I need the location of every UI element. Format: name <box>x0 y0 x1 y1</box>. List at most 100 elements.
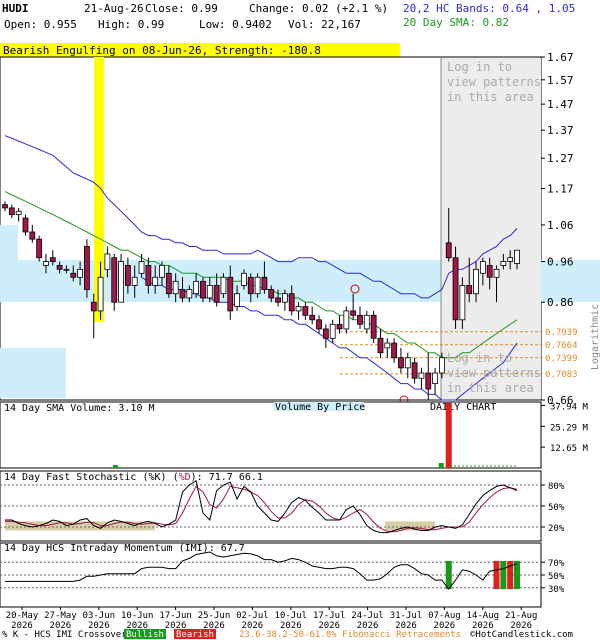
candle-bullish <box>206 285 213 299</box>
candle-bullish <box>343 310 350 330</box>
candle-bullish <box>15 210 22 216</box>
candle-bullish <box>384 342 391 349</box>
bearish-label: Bearish <box>176 630 214 640</box>
stochastic-tick-label: 50% <box>548 503 565 513</box>
candle-bearish <box>425 372 432 390</box>
volume-tick-label: 25.29 M <box>550 423 589 433</box>
candle-bearish <box>145 265 152 286</box>
copyright: ©HotCandlestick.com <box>470 630 573 640</box>
candle-bearish <box>350 310 357 316</box>
high-label: High: 0.99 <box>98 18 164 31</box>
x-tick-label-date: 17-Jul <box>313 611 346 621</box>
candle-bearish <box>466 285 473 295</box>
candle-bearish <box>36 238 43 259</box>
stochastic-tick-label: 20% <box>548 524 565 534</box>
volume-panel: 14 Day SMA Volume: 3.10 M Volume By Price… <box>0 401 589 469</box>
candle-bullish <box>63 268 70 271</box>
y-axis-scale-label: Logarithmic <box>590 304 600 370</box>
low-label: Low: 0.9402 <box>199 18 272 31</box>
x-tick-label-date: 31-Jul <box>390 611 423 621</box>
candle-bullish <box>439 357 445 374</box>
candle-bullish <box>281 293 288 303</box>
x-tick-label-date: 20-May <box>6 611 39 621</box>
stochastic-title-sep: ) ( <box>161 472 179 483</box>
candle-bearish <box>486 265 493 278</box>
volume-tick-label: 12.65 M <box>550 444 589 454</box>
stochastic-title-prefix: 14 Day Fast Stochastic ( <box>4 472 149 483</box>
candle-bearish <box>268 289 275 299</box>
header: HUDI 21-Aug-26 Close: 0.99 Change: 0.02 … <box>2 2 575 31</box>
momentum-panel: 14 Day HCS Intraday Momentum (IMI): 67.7… <box>0 542 565 608</box>
momentum-tick-label: 50% <box>548 572 565 582</box>
fib-label: 0.7399 <box>545 354 578 364</box>
candle-bearish <box>165 272 172 295</box>
x-tick-label-date: 02-Jul <box>236 611 269 621</box>
candle-bearish <box>90 301 97 312</box>
candle-bearish <box>227 276 234 312</box>
login-prompt-upper: Log in to <box>447 60 512 74</box>
stock-chart: HUDI 21-Aug-26 Close: 0.99 Change: 0.02 … <box>0 2 600 640</box>
candle-bearish <box>288 293 295 312</box>
candle-bullish <box>295 306 302 312</box>
candle-bearish <box>179 289 186 299</box>
login-prompt-lower: in this area <box>447 381 534 395</box>
candle-bullish <box>459 285 466 321</box>
volume-bar <box>113 465 118 468</box>
candle-bullish <box>234 293 241 307</box>
open-label: Open: 0.955 <box>4 18 77 31</box>
candle-bullish <box>172 280 179 295</box>
stochastic-tick-label: 80% <box>548 482 565 492</box>
candle-bullish <box>479 261 486 274</box>
bullish-crossover-bar <box>500 560 507 590</box>
y-tick-label: 1.47 <box>547 98 574 111</box>
d-legend: %D <box>179 472 191 483</box>
volume-by-price-label: Volume By Price <box>275 402 365 413</box>
candle-bullish <box>241 272 247 286</box>
candle-bullish <box>404 357 411 369</box>
ticker-symbol: HUDI <box>2 2 29 15</box>
candle-bearish <box>22 217 29 233</box>
candle-bullish <box>152 276 159 286</box>
x-tick-label-date: 10-Jul <box>275 611 308 621</box>
candle-bullish <box>493 268 500 278</box>
candle-bearish <box>56 265 63 270</box>
bullish-crossover-bar <box>445 560 452 590</box>
date-axis: 20-May202627-May202603-Jun202610-Jun2026… <box>6 607 538 631</box>
candle-bullish <box>159 265 165 278</box>
candle-bullish <box>507 257 514 262</box>
bullish-crossover-bar <box>514 560 520 590</box>
candle-bearish <box>213 285 220 303</box>
stochastic-title-values: ): 71.7 66.1 <box>191 472 263 483</box>
footer: % K - HCS IMI Crossover: Bullish Bearish… <box>2 629 573 640</box>
candle-bullish <box>363 314 370 330</box>
candle-bearish <box>124 265 131 286</box>
x-tick-label-date: 14-Aug <box>467 611 500 621</box>
candle-bullish <box>97 276 104 312</box>
candle-bullish <box>77 268 83 278</box>
x-tick-label-date: 27-May <box>44 611 77 621</box>
volume-by-price-bar <box>0 348 66 398</box>
candle-bullish <box>418 372 425 379</box>
candle-bearish <box>8 207 15 216</box>
y-tick-label: 1.57 <box>547 74 574 87</box>
login-prompt-lower: view patterns <box>447 366 541 380</box>
candle-bearish <box>322 328 329 339</box>
candle-bullish <box>43 261 49 266</box>
fib-label: 0.7664 <box>545 341 578 351</box>
candle-bullish <box>118 261 124 303</box>
x-tick-label-date: 21-Aug <box>505 611 538 621</box>
candle-bearish <box>111 257 118 303</box>
daily-chart-label: DAILY CHART <box>430 402 496 413</box>
hc-bands-label: 20,2 HC Bands: 0.64 , 1.05 <box>403 2 575 15</box>
k-legend: %K <box>149 472 161 483</box>
y-tick-label: 1.37 <box>547 124 574 137</box>
stochastic-panel: 14 Day Fast Stochastic (%K) (%D): 71.7 6… <box>0 470 565 542</box>
candle-bearish <box>200 280 206 299</box>
x-tick-label-date: 10-Jun <box>121 611 154 621</box>
candle-bearish <box>452 257 459 321</box>
candle-bearish <box>445 242 452 259</box>
candle-bearish <box>316 319 322 330</box>
volume-tick-label: 37.94 M <box>550 402 589 412</box>
candle-bearish <box>275 297 281 303</box>
bearish-crossover-bar <box>493 560 500 590</box>
